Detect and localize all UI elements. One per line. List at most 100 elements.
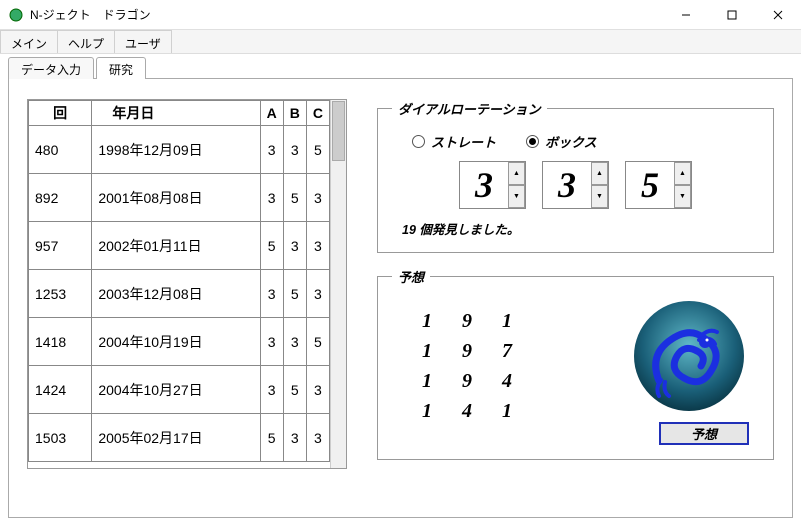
table-row[interactable]: 12532003年12月08日353 <box>29 270 330 318</box>
cell-round: 1253 <box>29 270 92 318</box>
table-row[interactable]: 4801998年12月09日335 <box>29 126 330 174</box>
radio-box[interactable]: ボックス <box>526 132 597 151</box>
menubar: メイン ヘルプ ユーザ <box>0 30 801 54</box>
cell-ymd: 2005年02月17日 <box>92 414 260 462</box>
window-title: N-ジェクト ドラゴン <box>30 6 663 23</box>
history-table: 回 年月日 A B C 4801998年12月09日3358922001年08月… <box>28 100 330 462</box>
cell-b: 5 <box>283 366 306 414</box>
cell-round: 1503 <box>29 414 92 462</box>
table-row[interactable]: 15032005年02月17日533 <box>29 414 330 462</box>
spinner-c: 5 ▲ ▼ <box>625 161 692 209</box>
dial-legend: ダイアルローテーション <box>392 99 547 118</box>
cell-a: 3 <box>260 318 283 366</box>
tab-data-input[interactable]: データ入力 <box>8 57 94 79</box>
cell-b: 3 <box>283 318 306 366</box>
cell-ymd: 2003年12月08日 <box>92 270 260 318</box>
minimize-button[interactable] <box>663 0 709 29</box>
dial-status: 19 個発見しました。 <box>402 219 759 238</box>
table-row[interactable]: 9572002年01月11日533 <box>29 222 330 270</box>
spinner-b-down[interactable]: ▼ <box>591 185 608 208</box>
cell-round: 957 <box>29 222 92 270</box>
col-a-header: A <box>260 101 283 126</box>
cell-a: 3 <box>260 174 283 222</box>
predict-digit: 1 <box>422 310 432 333</box>
predict-digit: 1 <box>422 340 432 363</box>
table-scrollbar[interactable] <box>330 100 346 468</box>
table-row[interactable]: 14242004年10月27日353 <box>29 366 330 414</box>
cell-a: 5 <box>260 414 283 462</box>
predict-digit: 4 <box>502 370 512 393</box>
radio-circle-icon <box>412 135 425 148</box>
predict-digit: 1 <box>422 400 432 423</box>
cell-round: 480 <box>29 126 92 174</box>
menu-help[interactable]: ヘルプ <box>57 30 115 53</box>
close-button[interactable] <box>755 0 801 29</box>
cell-a: 3 <box>260 366 283 414</box>
table-row[interactable]: 8922001年08月08日353 <box>29 174 330 222</box>
spinner-a-down[interactable]: ▼ <box>508 185 525 208</box>
col-b-header: B <box>283 101 306 126</box>
predict-row: 1 9 1 <box>422 306 512 336</box>
predict-digit: 9 <box>462 310 472 333</box>
predict-digit: 1 <box>502 400 512 423</box>
scrollbar-thumb[interactable] <box>332 101 345 161</box>
predict-digit: 1 <box>502 310 512 333</box>
cell-ymd: 2004年10月27日 <box>92 366 260 414</box>
cell-round: 1418 <box>29 318 92 366</box>
menu-main[interactable]: メイン <box>0 30 58 53</box>
spinner-b-up[interactable]: ▲ <box>591 162 608 185</box>
cell-c: 3 <box>306 414 329 462</box>
dial-spinners: 3 ▲ ▼ 3 ▲ ▼ 5 ▲ ▼ <box>392 161 759 209</box>
spinner-b: 3 ▲ ▼ <box>542 161 609 209</box>
predict-digit: 7 <box>502 340 512 363</box>
predict-legend: 予想 <box>392 267 430 286</box>
radio-box-label: ボックス <box>545 132 597 151</box>
cell-c: 3 <box>306 366 329 414</box>
col-c-header: C <box>306 101 329 126</box>
predict-row: 1 4 1 <box>422 396 512 426</box>
spinner-a: 3 ▲ ▼ <box>459 161 526 209</box>
cell-c: 5 <box>306 126 329 174</box>
predict-digit: 4 <box>462 400 472 423</box>
cell-a: 3 <box>260 126 283 174</box>
cell-b: 3 <box>283 222 306 270</box>
col-ymd-header: 年月日 <box>92 101 260 126</box>
menu-user[interactable]: ユーザ <box>114 30 172 53</box>
predict-group: 予想 191197194141 <box>377 267 774 460</box>
history-table-container: 回 年月日 A B C 4801998年12月09日3358922001年08月… <box>27 99 347 469</box>
predict-numbers: 191197194141 <box>422 306 512 426</box>
predict-digit: 1 <box>422 370 432 393</box>
table-row[interactable]: 14182004年10月19日335 <box>29 318 330 366</box>
spinner-b-value[interactable]: 3 <box>543 164 591 206</box>
cell-c: 3 <box>306 222 329 270</box>
cell-c: 3 <box>306 174 329 222</box>
cell-c: 3 <box>306 270 329 318</box>
cell-b: 3 <box>283 126 306 174</box>
cell-b: 5 <box>283 270 306 318</box>
app-icon <box>8 7 24 23</box>
radio-straight[interactable]: ストレート <box>412 132 496 151</box>
predict-button[interactable]: 予想 <box>659 422 749 445</box>
cell-c: 5 <box>306 318 329 366</box>
cell-ymd: 2002年01月11日 <box>92 222 260 270</box>
cell-b: 5 <box>283 174 306 222</box>
spinner-a-up[interactable]: ▲ <box>508 162 525 185</box>
predict-row: 1 9 4 <box>422 366 512 396</box>
tabs: データ入力 研究 <box>8 56 801 78</box>
cell-round: 892 <box>29 174 92 222</box>
predict-digit: 9 <box>462 340 472 363</box>
spinner-c-up[interactable]: ▲ <box>674 162 691 185</box>
content-area: 回 年月日 A B C 4801998年12月09日3358922001年08月… <box>8 78 793 518</box>
spinner-c-down[interactable]: ▼ <box>674 185 691 208</box>
cell-ymd: 1998年12月09日 <box>92 126 260 174</box>
spinner-a-value[interactable]: 3 <box>460 164 508 206</box>
radio-straight-label: ストレート <box>431 132 496 151</box>
predict-row: 1 9 7 <box>422 336 512 366</box>
right-column: ダイアルローテーション ストレート ボックス 3 ▲ ▼ <box>377 99 774 497</box>
tab-research[interactable]: 研究 <box>96 57 146 79</box>
predict-digit: 9 <box>462 370 472 393</box>
maximize-button[interactable] <box>709 0 755 29</box>
col-round-header: 回 <box>29 101 92 126</box>
spinner-c-value[interactable]: 5 <box>626 164 674 206</box>
titlebar: N-ジェクト ドラゴン <box>0 0 801 30</box>
